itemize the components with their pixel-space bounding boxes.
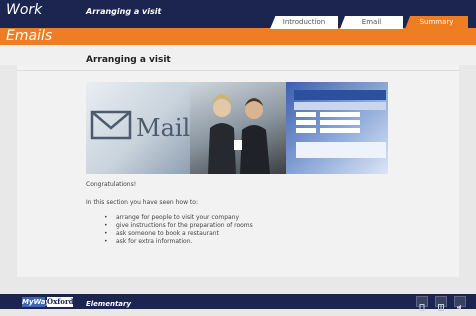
list-item: ask for extra information. [104, 238, 386, 246]
hero-mail-text: Mail [136, 114, 190, 142]
people-photo [208, 94, 270, 174]
list-item: give instructions for the preparation of… [104, 222, 386, 230]
tab-summary[interactable]: Summary [405, 16, 468, 29]
app-title: Work [6, 3, 56, 17]
speaker-icon[interactable] [454, 296, 466, 311]
document-icon[interactable] [416, 296, 428, 311]
page-title: Arranging a visit [86, 55, 171, 65]
hero-panel-email-client [286, 82, 388, 174]
publisher-logo: MyWay Oxford [22, 297, 74, 307]
tab-email[interactable]: Email [340, 16, 403, 29]
app-title-line2: Emails [6, 28, 53, 44]
level-label: Elementary [86, 300, 132, 308]
tab-introduction[interactable]: Introduction [270, 16, 338, 29]
email-client-screenshot [294, 90, 386, 158]
title-divider [17, 70, 459, 71]
hero-image: Mail [86, 82, 388, 174]
envelope-icon: Mail [90, 110, 190, 142]
hero-panel-people [190, 82, 286, 174]
logo-oxford: Oxford [47, 297, 74, 307]
congratulations-text: Congratulations! [86, 181, 137, 188]
grid-icon[interactable] [435, 296, 447, 311]
list-item: arrange for people to visit your company [104, 214, 386, 222]
summary-text: Congratulations! In this section you hav… [86, 180, 386, 246]
app-title-line1: Work [6, 2, 43, 18]
header-accent-strip [0, 28, 476, 45]
unit-title: Arranging a visit [86, 7, 162, 16]
list-item: ask someone to book a restaurant [104, 230, 386, 238]
logo-myway: MyWay [22, 297, 50, 307]
title-band [0, 45, 476, 65]
hero-panel-mail: Mail [86, 82, 190, 174]
summary-list: arrange for people to visit your company… [86, 214, 386, 246]
summary-lead: In this section you have seen how to: [86, 199, 198, 206]
